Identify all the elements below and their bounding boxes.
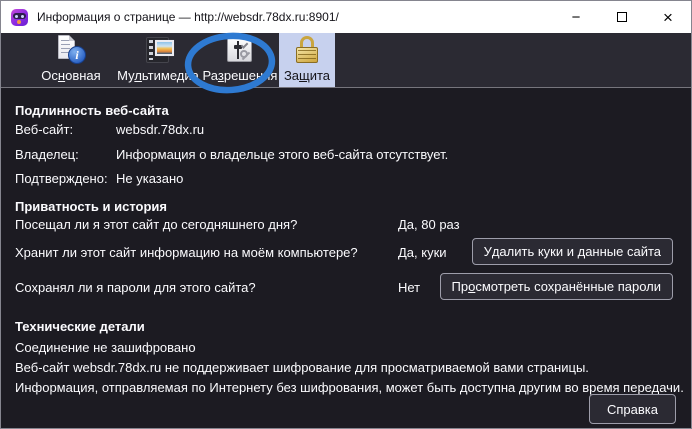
minimize-button[interactable]: − bbox=[553, 1, 599, 33]
tech-line-no-encryption: Веб-сайт websdr.78dx.ru не поддерживает … bbox=[15, 360, 589, 376]
passwords-question: Сохранял ли я пароли для этого сайта? bbox=[15, 280, 256, 296]
tech-line-encryption-status: Соединение не зашифровано bbox=[15, 340, 196, 356]
owner-value: Информация о владельце этого веб-сайта о… bbox=[116, 147, 448, 163]
security-panel: Подлинность веб-сайта Веб-сайт: websdr.7… bbox=[1, 89, 691, 428]
tab-media-label: Мультимедиа bbox=[117, 68, 199, 83]
technical-section-header: Технические детали bbox=[15, 319, 145, 335]
help-button[interactable]: Справка bbox=[589, 394, 676, 424]
tab-permissions[interactable]: Разрешения bbox=[201, 33, 279, 87]
view-saved-passwords-button[interactable]: Просмотреть сохранённые пароли bbox=[440, 273, 673, 300]
close-button[interactable]: × bbox=[645, 1, 691, 33]
website-value: websdr.78dx.ru bbox=[116, 122, 204, 138]
verified-label: Подтверждено: bbox=[15, 171, 108, 187]
tech-line-warning: Информация, отправляемая по Интернету бе… bbox=[15, 380, 684, 396]
page-info-dialog: Информация о странице — http://websdr.78… bbox=[0, 0, 692, 429]
close-icon: × bbox=[663, 9, 673, 26]
minimize-icon: − bbox=[572, 10, 581, 25]
maximize-button[interactable] bbox=[599, 1, 645, 33]
cookies-question: Хранит ли этот сайт информацию на моём к… bbox=[15, 245, 358, 261]
maximize-icon bbox=[617, 12, 627, 22]
website-label: Веб-сайт: bbox=[15, 122, 73, 138]
cookies-answer: Да, куки bbox=[398, 245, 447, 261]
privacy-section-header: Приватность и история bbox=[15, 199, 167, 215]
document-info-icon: i bbox=[55, 34, 87, 66]
window-controls: − × bbox=[553, 1, 691, 33]
visited-question: Посещал ли я этот сайт до сегодняшнего д… bbox=[15, 217, 297, 233]
tab-media[interactable]: Мультимедиа bbox=[115, 33, 201, 87]
app-icon-mouth bbox=[17, 20, 21, 24]
window-title: Информация о странице — http://websdr.78… bbox=[37, 10, 339, 24]
owner-label: Владелец: bbox=[15, 147, 79, 163]
block-icon bbox=[240, 50, 248, 58]
checkmark-icon bbox=[241, 41, 249, 49]
tab-general[interactable]: i Основная bbox=[27, 33, 115, 87]
tab-security-label: Защита bbox=[284, 68, 330, 83]
app-icon-eyes bbox=[15, 15, 18, 18]
clear-cookies-button[interactable]: Удалить куки и данные сайта bbox=[472, 238, 673, 265]
toolbar: i Основная Мультимедиа Разрешения bbox=[1, 33, 691, 88]
permissions-sliders-icon bbox=[224, 34, 256, 66]
identity-section-header: Подлинность веб-сайта bbox=[15, 103, 169, 119]
tab-security[interactable]: Защита bbox=[279, 33, 335, 87]
padlock-icon bbox=[291, 34, 323, 66]
visited-answer: Да, 80 раз bbox=[398, 217, 460, 233]
filmstrip-icon bbox=[142, 34, 174, 66]
tab-general-label: Основная bbox=[41, 68, 100, 83]
passwords-answer: Нет bbox=[398, 280, 420, 296]
tab-permissions-label: Разрешения bbox=[203, 68, 278, 83]
app-icon bbox=[11, 9, 28, 26]
titlebar: Информация о странице — http://websdr.78… bbox=[1, 1, 691, 33]
verified-value: Не указано bbox=[116, 171, 183, 187]
